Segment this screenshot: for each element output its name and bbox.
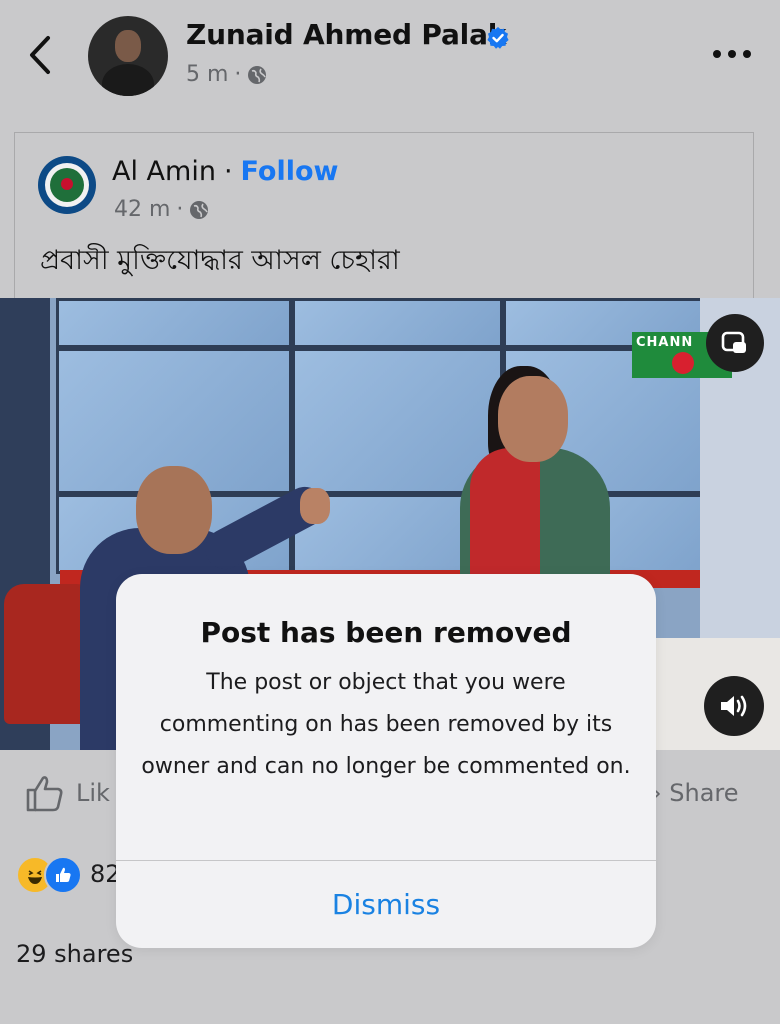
share-button[interactable]: › Share bbox=[652, 779, 739, 807]
author-avatar[interactable] bbox=[88, 16, 168, 96]
sound-toggle-button[interactable] bbox=[704, 676, 764, 736]
like-button[interactable] bbox=[24, 772, 66, 814]
shared-author-avatar[interactable] bbox=[38, 156, 96, 214]
dismiss-button[interactable]: Dismiss bbox=[116, 861, 656, 948]
author-name[interactable]: Zunaid Ahmed Palak bbox=[186, 18, 506, 51]
like-label[interactable]: Lik bbox=[76, 779, 110, 807]
like-reaction-icon bbox=[44, 856, 82, 894]
post-meta: 5 m · bbox=[186, 62, 267, 87]
shared-author-line: Al Amin · Follow bbox=[112, 156, 338, 187]
picture-in-picture-icon bbox=[721, 331, 746, 353]
dialog-message: The post or object that you were comment… bbox=[141, 670, 631, 779]
post-caption: প্রবাসী মুক্তিযোদ্ধার আসল চেহারা bbox=[40, 245, 400, 276]
picture-in-picture-button[interactable] bbox=[706, 314, 764, 372]
more-options-button[interactable] bbox=[710, 46, 754, 60]
shared-author-name[interactable]: Al Amin bbox=[112, 156, 216, 187]
back-button[interactable] bbox=[22, 30, 62, 80]
thumbs-up-icon bbox=[26, 776, 63, 812]
meta-separator: · bbox=[176, 197, 184, 222]
verified-badge-icon bbox=[487, 27, 509, 49]
reaction-icons[interactable] bbox=[16, 856, 82, 894]
follow-button[interactable]: Follow bbox=[241, 156, 339, 187]
chevron-left-icon bbox=[30, 36, 50, 74]
more-horizontal-icon bbox=[713, 50, 751, 58]
post-removed-dialog: Post has been removed The post or object… bbox=[116, 574, 656, 948]
shared-post-time: 42 m bbox=[114, 197, 171, 222]
globe-icon bbox=[190, 200, 209, 219]
globe-icon bbox=[248, 65, 267, 84]
shared-post-meta: 42 m · bbox=[114, 197, 209, 222]
name-separator: · bbox=[223, 156, 233, 187]
meta-separator: · bbox=[234, 62, 242, 87]
speaker-icon bbox=[721, 695, 747, 717]
post-time: 5 m bbox=[186, 62, 229, 87]
dialog-title: Post has been removed bbox=[200, 616, 572, 649]
channel-logo-text: CHANN bbox=[636, 335, 694, 350]
share-label: Share bbox=[669, 779, 739, 807]
